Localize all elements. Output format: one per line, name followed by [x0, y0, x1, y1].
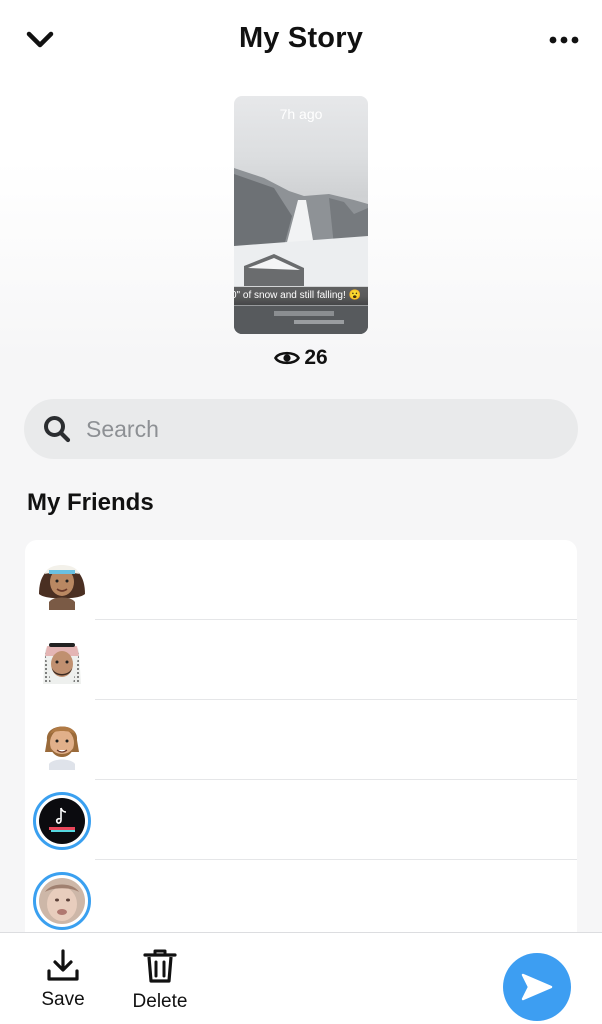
- tiktok-avatar: [39, 798, 85, 844]
- story-ring: [33, 872, 91, 930]
- eye-icon: [274, 351, 301, 365]
- delete-label: Delete: [132, 991, 188, 1012]
- view-count[interactable]: 26: [0, 346, 602, 370]
- bitmoji-blond-avatar: [45, 726, 79, 770]
- search-input[interactable]: [86, 415, 526, 443]
- story-time-ago: 7h ago: [279, 106, 323, 122]
- bitmoji-hat-avatar: [39, 565, 85, 610]
- more-options-button[interactable]: [546, 24, 582, 56]
- friend-row[interactable]: [25, 540, 577, 620]
- header: My Story: [0, 0, 602, 82]
- friends-section-title: My Friends: [27, 489, 154, 516]
- save-label: Save: [41, 989, 85, 1010]
- bitmoji-keffiyeh-avatar: [43, 643, 81, 684]
- story-thumbnail[interactable]: 7h ago 0" of snow and still falling! 😮: [234, 96, 368, 334]
- trash-icon: [143, 949, 177, 983]
- friend-row[interactable]: [25, 860, 577, 940]
- friend-row[interactable]: [25, 780, 577, 860]
- bottom-action-bar: Save Delete: [0, 932, 602, 1024]
- friend-row[interactable]: [25, 620, 577, 700]
- friend-row[interactable]: [25, 700, 577, 780]
- search-bar[interactable]: [24, 399, 578, 459]
- download-icon: [47, 949, 79, 981]
- story-ring: [33, 792, 91, 850]
- photo-avatar: [39, 878, 85, 924]
- story-caption: 0" of snow and still falling! 😮: [234, 287, 368, 305]
- more-horizontal-icon: [549, 36, 579, 44]
- send-button[interactable]: [503, 953, 571, 1021]
- search-icon: [44, 416, 71, 443]
- send-arrow-icon: [521, 973, 553, 1001]
- save-button[interactable]: Save: [23, 947, 103, 1011]
- page-title: My Story: [238, 22, 364, 54]
- delete-button[interactable]: Delete: [120, 947, 200, 1013]
- friends-list: [25, 540, 577, 960]
- view-count-number: 26: [304, 346, 328, 369]
